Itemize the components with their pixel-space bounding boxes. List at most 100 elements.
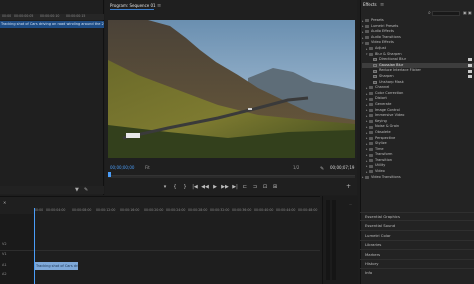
panel-essential-graphics[interactable]: Essential Graphics bbox=[365, 214, 400, 219]
folder-icon bbox=[365, 175, 369, 179]
effects-folder[interactable]: ▸ Video Transitions bbox=[362, 175, 474, 181]
folder-icon bbox=[369, 159, 373, 163]
extract-button[interactable]: ⊐ bbox=[250, 183, 260, 191]
track-label[interactable]: A2 bbox=[2, 272, 7, 276]
effect-icon bbox=[373, 80, 377, 84]
lift-button[interactable]: ⊏ bbox=[240, 183, 250, 191]
divider bbox=[360, 240, 474, 241]
program-scrub-bar[interactable] bbox=[108, 175, 355, 178]
folder-icon bbox=[369, 86, 373, 90]
folder-icon bbox=[369, 47, 373, 51]
wrench-icon[interactable]: ✎ bbox=[84, 187, 88, 193]
divider bbox=[360, 230, 474, 231]
timeline-playhead[interactable] bbox=[34, 208, 35, 284]
timeline-ruler-tick: 00:00:16:00 bbox=[120, 208, 140, 212]
effect-icon bbox=[373, 58, 377, 62]
folder-icon bbox=[369, 52, 373, 56]
audio-meter-left bbox=[326, 200, 330, 280]
accelerated-effects-icon[interactable]: ▣ bbox=[468, 10, 472, 15]
effect-icon bbox=[373, 64, 377, 68]
source-ruler-tick: 00:00 bbox=[2, 14, 12, 18]
source-ruler-tick: 00:00:00:05 bbox=[14, 14, 34, 18]
track-label[interactable]: V2 bbox=[2, 242, 7, 246]
folder-icon bbox=[369, 136, 373, 140]
search-icon: ⌕ bbox=[428, 10, 431, 16]
play-button[interactable]: ▶ bbox=[210, 183, 220, 191]
zoom-select[interactable]: Fit bbox=[145, 166, 150, 170]
accelerated-badge-icon bbox=[468, 64, 472, 68]
folder-icon bbox=[365, 36, 369, 40]
divider bbox=[360, 212, 474, 213]
timeline-ruler-tick: 00:00:28:00 bbox=[188, 208, 208, 212]
current-timecode[interactable]: 00;00;00;00 bbox=[110, 166, 134, 170]
folder-icon bbox=[369, 131, 373, 135]
program-video-frame bbox=[108, 20, 355, 158]
filter-icon[interactable]: ▼ bbox=[75, 187, 79, 193]
resolution-select[interactable]: 1/2 bbox=[293, 166, 299, 170]
timeline-clip[interactable]: Tracking shot of Cars driving o... bbox=[34, 262, 78, 270]
source-toolbar: ▼ ✎ bbox=[0, 186, 104, 194]
divider bbox=[360, 259, 474, 260]
settings-wrench-icon[interactable]: ✎ bbox=[320, 166, 324, 172]
panel-libraries[interactable]: Libraries bbox=[365, 242, 381, 247]
new-bin-icon[interactable]: ▣ bbox=[463, 10, 467, 15]
track-divider bbox=[0, 250, 320, 251]
track-label[interactable]: A1 bbox=[2, 263, 7, 267]
timeline-ruler-tick: 00:00 bbox=[34, 208, 44, 212]
folder-icon bbox=[365, 24, 369, 28]
folder-icon bbox=[369, 125, 373, 129]
panel-essential-sound[interactable]: Essential Sound bbox=[365, 223, 395, 228]
divider bbox=[360, 268, 474, 269]
export-frame-button[interactable]: ⊡ bbox=[260, 183, 270, 191]
effect-icon bbox=[373, 69, 377, 73]
effect-icon bbox=[373, 75, 377, 79]
folder-icon bbox=[369, 164, 373, 168]
program-playhead[interactable] bbox=[108, 172, 111, 177]
source-clip-name[interactable]: Tracking shot of Cars driving on road wi… bbox=[0, 21, 104, 28]
panel-history[interactable]: History bbox=[365, 261, 379, 266]
track-label[interactable]: V1 bbox=[2, 252, 7, 256]
folder-icon bbox=[369, 142, 373, 146]
go-to-out-button[interactable]: ▶| bbox=[230, 183, 240, 191]
folder-icon bbox=[365, 30, 369, 34]
duration-timecode: 00;00;07;19 bbox=[330, 165, 355, 170]
mark-in-button[interactable]: { bbox=[170, 183, 180, 191]
timeline-ruler-tick: 00:00:40:00 bbox=[254, 208, 274, 212]
panel-menu-icon[interactable]: ≡ bbox=[380, 2, 384, 8]
folder-icon bbox=[369, 114, 373, 118]
step-forward-button[interactable]: ▶▶ bbox=[220, 183, 230, 191]
accelerated-badge-icon bbox=[468, 75, 472, 79]
divider bbox=[360, 220, 474, 221]
source-ruler-tick: 00:00:00:15 bbox=[66, 14, 86, 18]
landscape-video-image bbox=[108, 20, 355, 158]
car-shape bbox=[126, 133, 140, 138]
tab-effects[interactable]: Effects bbox=[363, 3, 377, 7]
folder-icon bbox=[369, 153, 373, 157]
accelerated-badge-icon bbox=[468, 58, 472, 62]
meter-scale: — bbox=[349, 202, 352, 206]
close-icon[interactable]: ✕ bbox=[3, 200, 6, 205]
panel-menu-icon[interactable]: ≡ bbox=[157, 3, 161, 9]
folder-icon bbox=[365, 19, 369, 23]
compare-view-button[interactable]: ⊞ bbox=[270, 183, 280, 191]
source-monitor-panel bbox=[0, 0, 104, 195]
timeline-tracks-area[interactable] bbox=[34, 214, 320, 284]
track-headers: V2 V1 A1 A2 bbox=[0, 214, 34, 284]
mark-out-button[interactable]: } bbox=[180, 183, 190, 191]
panel-lumetri-color[interactable]: Lumetri Color bbox=[365, 233, 391, 238]
button-editor-button[interactable]: + bbox=[346, 183, 351, 190]
folder-icon bbox=[369, 103, 373, 107]
add-marker-button[interactable]: ▾ bbox=[160, 183, 170, 191]
divider bbox=[360, 249, 474, 250]
step-back-button[interactable]: ◀◀ bbox=[200, 183, 210, 191]
folder-icon bbox=[365, 41, 369, 45]
timeline-ruler-tick: 00:00:44:00 bbox=[276, 208, 296, 212]
effects-search-input[interactable] bbox=[432, 11, 460, 16]
tab-program[interactable]: Program: Sequence 01 bbox=[110, 4, 156, 8]
panel-markers[interactable]: Markers bbox=[365, 252, 380, 257]
source-ruler[interactable]: 00:00 00:00:00:05 00:00:00:10 00:00:00:1… bbox=[0, 14, 104, 20]
folder-icon bbox=[369, 97, 373, 101]
active-tab-indicator bbox=[110, 9, 154, 10]
panel-info[interactable]: Info bbox=[365, 270, 372, 275]
go-to-in-button[interactable]: |◀ bbox=[190, 183, 200, 191]
